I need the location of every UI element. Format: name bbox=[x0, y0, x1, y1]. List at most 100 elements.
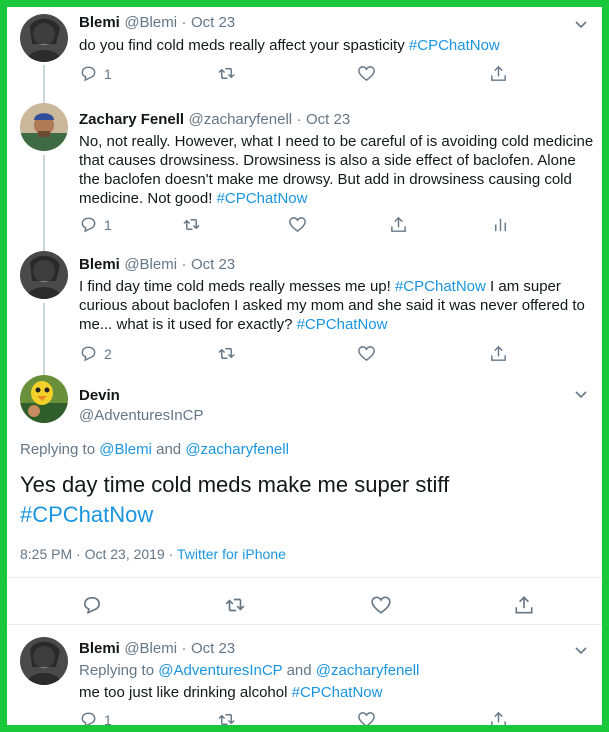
author-name[interactable]: Zachary Fenell bbox=[79, 111, 184, 128]
retweet-icon bbox=[225, 598, 245, 612]
thread-line bbox=[43, 243, 45, 251]
hashtag-link[interactable]: #CPChatNow bbox=[20, 500, 580, 530]
thread-line bbox=[43, 155, 45, 247]
tweet-text: do you find cold meds really affect your… bbox=[79, 37, 409, 54]
like-button[interactable] bbox=[357, 710, 376, 725]
retweet-button[interactable] bbox=[217, 344, 236, 363]
tweet-text: Yes day time cold meds make me super sti… bbox=[20, 472, 450, 497]
share-icon bbox=[491, 65, 506, 81]
hashtag-link[interactable]: #CPChatNow bbox=[395, 278, 486, 295]
reply-count: 2 bbox=[104, 345, 112, 362]
replying-label: Replying to bbox=[79, 662, 159, 679]
share-icon bbox=[491, 345, 506, 361]
like-button[interactable] bbox=[357, 344, 376, 363]
share-icon bbox=[515, 596, 533, 614]
author-handle[interactable]: @Blemi bbox=[124, 14, 177, 31]
reply-button[interactable]: 1 bbox=[79, 215, 112, 234]
tweet-text: me too just like drinking alcohol bbox=[79, 684, 292, 701]
reply-icon bbox=[84, 597, 100, 615]
share-icon bbox=[391, 216, 406, 232]
author-handle[interactable]: @zacharyfenell bbox=[189, 111, 293, 128]
tweet-blemi-3[interactable]: Blemi @Blemi · Oct 23 Replying to @Adven… bbox=[7, 625, 602, 725]
like-button[interactable] bbox=[357, 64, 376, 83]
thread-line bbox=[43, 97, 45, 103]
tweet-zachary[interactable]: Zachary Fenell @zacharyfenell · Oct 23 N… bbox=[7, 97, 602, 247]
avatar[interactable] bbox=[20, 637, 68, 685]
tweet-blemi-2[interactable]: Blemi @Blemi · Oct 23 I find day time co… bbox=[7, 243, 602, 369]
avatar[interactable] bbox=[20, 14, 68, 62]
share-button[interactable] bbox=[489, 710, 508, 725]
replying-and: and bbox=[151, 441, 186, 458]
heart-icon bbox=[358, 346, 375, 362]
share-button[interactable] bbox=[513, 594, 535, 616]
separator: · bbox=[164, 546, 177, 562]
retweet-button[interactable] bbox=[217, 710, 236, 725]
retweet-button[interactable] bbox=[217, 64, 236, 83]
mention-link[interactable]: @zacharyfenell bbox=[185, 441, 289, 458]
author-name[interactable]: Blemi bbox=[79, 256, 120, 273]
tweet-text: No, not really. However, what I need to … bbox=[79, 133, 594, 207]
author-name[interactable]: Blemi bbox=[79, 640, 120, 657]
author-name[interactable]: Devin bbox=[79, 387, 120, 404]
avatar[interactable] bbox=[20, 375, 68, 423]
replying-to: Replying to @Blemi and @zacharyfenell bbox=[20, 441, 289, 458]
heart-icon bbox=[289, 217, 306, 233]
hashtag-link[interactable]: #CPChatNow bbox=[297, 316, 388, 333]
retweet-icon bbox=[218, 348, 235, 359]
screenshot-frame: Blemi @Blemi · Oct 23 do you find cold m… bbox=[0, 0, 609, 732]
separator: · bbox=[181, 256, 187, 273]
hashtag-link[interactable]: #CPChatNow bbox=[292, 684, 383, 701]
chevron-down-icon[interactable] bbox=[573, 386, 589, 402]
retweet-button[interactable] bbox=[224, 594, 246, 616]
tweet-blemi-1[interactable]: Blemi @Blemi · Oct 23 do you find cold m… bbox=[7, 7, 602, 99]
tweet-text: I find day time cold meds really messes … bbox=[79, 278, 395, 295]
share-button[interactable] bbox=[389, 215, 408, 234]
mention-link[interactable]: @zacharyfenell bbox=[316, 662, 420, 679]
heart-icon bbox=[358, 712, 375, 725]
author-name[interactable]: Blemi bbox=[79, 14, 120, 31]
like-button[interactable] bbox=[370, 594, 392, 616]
author-handle[interactable]: @Blemi bbox=[124, 256, 177, 273]
tweet-date[interactable]: Oct 23 bbox=[191, 14, 235, 31]
reply-icon bbox=[81, 66, 96, 82]
chevron-down-icon[interactable] bbox=[573, 642, 589, 658]
reply-count: 1 bbox=[104, 65, 112, 82]
author-handle[interactable]: @Blemi bbox=[124, 640, 177, 657]
reply-button[interactable] bbox=[81, 594, 103, 616]
replying-to: Replying to @AdventuresInCP and @zachary… bbox=[79, 662, 419, 679]
thread-line bbox=[43, 65, 45, 99]
share-button[interactable] bbox=[489, 64, 508, 83]
focused-tweet: Devin @AdventuresInCP Replying to @Blemi… bbox=[7, 367, 602, 625]
reply-count: 1 bbox=[104, 216, 112, 233]
reply-icon bbox=[81, 346, 96, 362]
share-icon bbox=[491, 711, 506, 725]
tweet-date[interactable]: Oct 23 bbox=[191, 256, 235, 273]
like-button[interactable] bbox=[288, 215, 307, 234]
separator: · bbox=[296, 111, 302, 128]
avatar[interactable] bbox=[20, 103, 68, 151]
retweet-button[interactable] bbox=[182, 215, 201, 234]
tweet-date[interactable]: Oct 23 bbox=[306, 111, 350, 128]
author-handle[interactable]: @AdventuresInCP bbox=[79, 407, 203, 424]
heart-icon bbox=[371, 596, 391, 614]
mention-link[interactable]: @AdventuresInCP bbox=[158, 662, 282, 679]
thread-line bbox=[43, 367, 45, 375]
tweet-timestamp[interactable]: 8:25 PM · Oct 23, 2019 bbox=[20, 546, 165, 562]
analytics-button[interactable] bbox=[491, 215, 510, 234]
mention-link[interactable]: @Blemi bbox=[99, 441, 152, 458]
share-button[interactable] bbox=[489, 344, 508, 363]
reply-button[interactable]: 2 bbox=[79, 344, 112, 363]
hashtag-link[interactable]: #CPChatNow bbox=[217, 190, 308, 207]
divider bbox=[7, 577, 602, 578]
reply-icon bbox=[81, 217, 96, 233]
hashtag-link[interactable]: #CPChatNow bbox=[409, 37, 500, 54]
chevron-down-icon[interactable] bbox=[573, 16, 589, 32]
tweet-date[interactable]: Oct 23 bbox=[191, 640, 235, 657]
reply-button[interactable]: 1 bbox=[79, 710, 112, 725]
retweet-icon bbox=[183, 219, 200, 230]
tweet-source[interactable]: Twitter for iPhone bbox=[177, 546, 286, 562]
avatar[interactable] bbox=[20, 251, 68, 299]
reply-button[interactable]: 1 bbox=[79, 64, 112, 83]
replying-and: and bbox=[282, 662, 316, 679]
separator: · bbox=[181, 640, 187, 657]
